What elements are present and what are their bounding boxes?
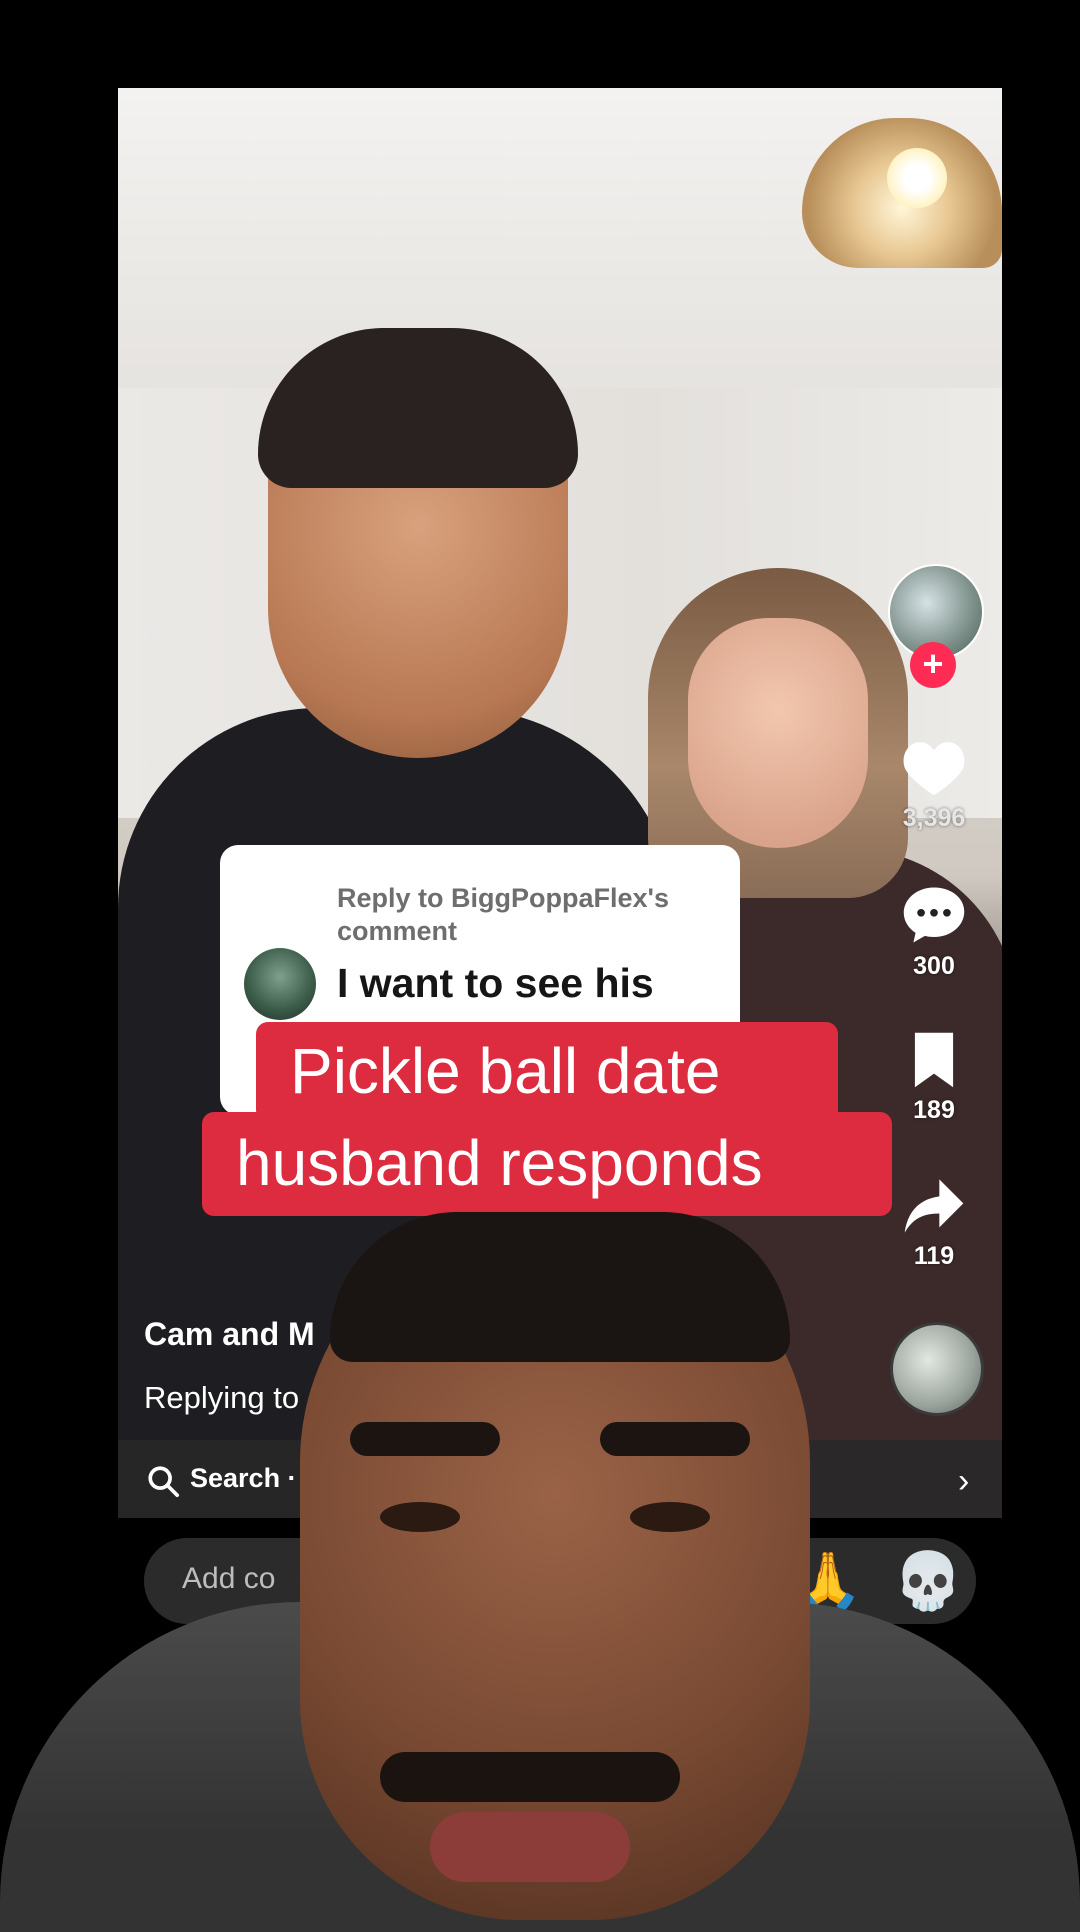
follow-plus-icon[interactable]: + xyxy=(910,642,956,688)
like-button[interactable]: 3,396 xyxy=(880,738,988,833)
comment-button[interactable]: 300 xyxy=(880,884,988,981)
reply-comment-text: I want to see his xyxy=(337,960,654,1006)
heart-icon xyxy=(880,738,988,798)
pendant-lamp xyxy=(792,88,1002,278)
caption-line-1: Pickle ball date xyxy=(290,1035,721,1107)
save-button[interactable]: 189 xyxy=(880,1030,988,1125)
commenter-avatar xyxy=(244,948,316,1020)
presenter-overlay xyxy=(0,1212,1080,1932)
bookmark-icon xyxy=(880,1030,988,1090)
save-count: 189 xyxy=(913,1096,955,1124)
caption-line-2: husband responds xyxy=(236,1127,763,1199)
reply-to-label: Reply to BiggPoppaFlex's comment xyxy=(337,883,669,946)
comment-count: 300 xyxy=(913,952,955,980)
comment-bubble-icon xyxy=(880,884,988,946)
like-count: 3,396 xyxy=(902,804,966,832)
